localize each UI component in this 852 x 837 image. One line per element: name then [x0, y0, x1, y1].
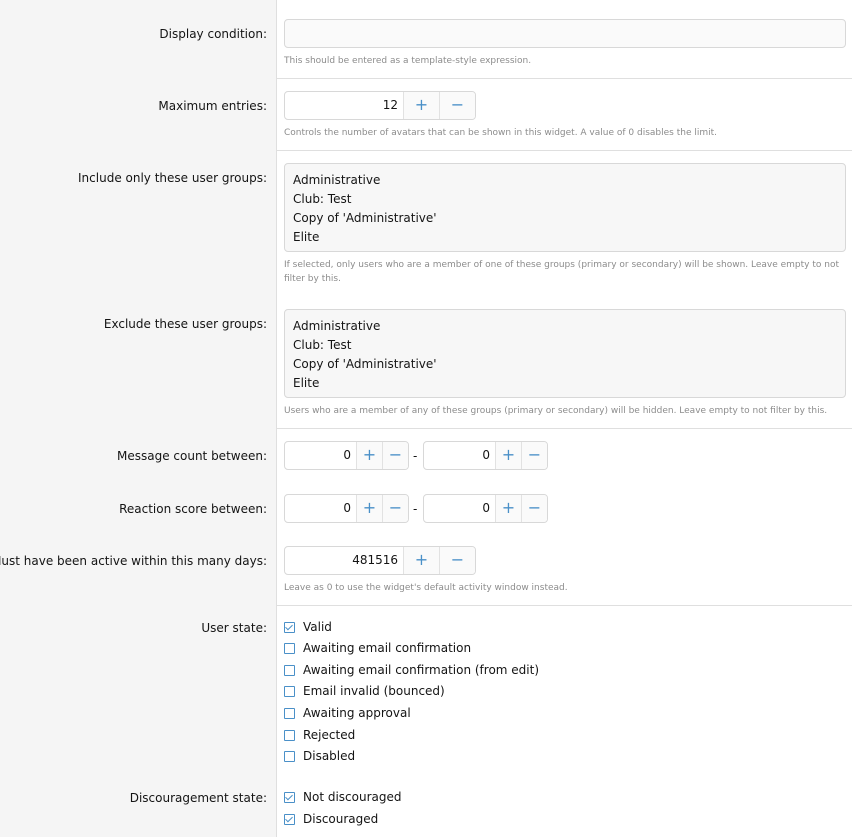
- increment-button[interactable]: +: [496, 495, 522, 522]
- checkbox-label: Disabled: [303, 749, 356, 763]
- divider: [276, 428, 852, 429]
- checkbox-icon: [284, 729, 295, 741]
- include-groups-label: Include only these user groups:: [78, 171, 267, 185]
- divider: [276, 78, 852, 79]
- user-state-disabled-checkbox[interactable]: Disabled: [284, 747, 355, 765]
- active-days-stepper: 481516 + −: [284, 546, 476, 575]
- increment-button[interactable]: +: [496, 442, 522, 469]
- group-option[interactable]: Copy of 'Administrative': [293, 355, 837, 374]
- maximum-entries-label: Maximum entries:: [158, 99, 267, 113]
- decrement-button[interactable]: −: [440, 92, 475, 119]
- message-count-min-input[interactable]: 0: [285, 442, 357, 469]
- exclude-groups-hint: Users who are a member of any of these g…: [284, 406, 828, 416]
- increment-button[interactable]: +: [404, 547, 440, 574]
- reaction-score-max-input[interactable]: 0: [424, 495, 496, 522]
- group-option[interactable]: Administrative: [293, 171, 837, 190]
- divider: [276, 150, 852, 151]
- message-count-max-stepper: 0 + −: [423, 441, 548, 470]
- user-state-email-invalid-checkbox[interactable]: Email invalid (bounced): [284, 682, 445, 700]
- message-count-label: Message count between:: [116, 449, 267, 463]
- decrement-button[interactable]: −: [522, 495, 547, 522]
- maximum-entries-stepper: 12 + −: [284, 91, 476, 120]
- checkbox-label: Valid: [303, 620, 332, 634]
- message-count-max-input[interactable]: 0: [424, 442, 496, 469]
- decrement-button[interactable]: −: [383, 495, 408, 522]
- discouragement-discouraged-checkbox[interactable]: Discouraged: [284, 810, 378, 828]
- checkbox-icon: [284, 685, 295, 697]
- checkbox-label: Not discouraged: [303, 790, 402, 804]
- increment-button[interactable]: +: [404, 92, 440, 119]
- display-condition-input[interactable]: [284, 19, 846, 48]
- user-state-email-confirm-checkbox[interactable]: Awaiting email confirmation: [284, 639, 471, 657]
- checkbox-label: Awaiting email confirmation: [303, 641, 472, 655]
- group-option[interactable]: Club: Test: [293, 190, 837, 209]
- range-separator: -: [413, 449, 418, 463]
- checkbox-icon: [284, 791, 295, 803]
- user-state-rejected-checkbox[interactable]: Rejected: [284, 726, 355, 744]
- group-option[interactable]: Elite: [293, 228, 837, 247]
- reaction-score-label: Reaction score between:: [119, 502, 267, 516]
- discouragement-state-label: Discouragement state:: [129, 791, 267, 805]
- group-option[interactable]: Elite: [293, 374, 837, 393]
- user-state-awaiting-approval-checkbox[interactable]: Awaiting approval: [284, 704, 411, 722]
- checkbox-icon: [284, 707, 295, 719]
- user-state-email-confirm-edit-checkbox[interactable]: Awaiting email confirmation (from edit): [284, 661, 539, 679]
- decrement-button[interactable]: −: [522, 442, 547, 469]
- user-state-label: User state:: [201, 621, 267, 635]
- discouragement-not-checkbox[interactable]: Not discouraged: [284, 788, 402, 806]
- increment-button[interactable]: +: [357, 495, 383, 522]
- include-groups-select[interactable]: Administrative Club: Test Copy of 'Admin…: [284, 163, 846, 252]
- divider: [276, 605, 852, 606]
- include-groups-hint: If selected, only users who are a member…: [284, 260, 839, 284]
- reaction-score-min-stepper: 0 + −: [284, 494, 409, 523]
- increment-button[interactable]: +: [357, 442, 383, 469]
- checkbox-icon: [284, 621, 295, 633]
- checkbox-label: Awaiting approval: [303, 706, 411, 720]
- display-condition-hint: This should be entered as a template-sty…: [284, 56, 532, 66]
- labels-column: [0, 0, 277, 837]
- checkbox-label: Email invalid (bounced): [303, 684, 445, 698]
- checkbox-label: Discouraged: [303, 812, 379, 826]
- checkbox-icon: [284, 813, 295, 825]
- checkbox-label: Rejected: [303, 728, 356, 742]
- group-option[interactable]: Club: Test: [293, 336, 837, 355]
- checkbox-label: Awaiting email confirmation (from edit): [303, 663, 540, 677]
- exclude-groups-select[interactable]: Administrative Club: Test Copy of 'Admin…: [284, 309, 846, 398]
- active-days-hint: Leave as 0 to use the widget's default a…: [284, 583, 568, 593]
- active-days-input[interactable]: 481516: [285, 547, 404, 574]
- reaction-score-min-input[interactable]: 0: [285, 495, 357, 522]
- display-condition-label: Display condition:: [159, 27, 267, 41]
- maximum-entries-input[interactable]: 12: [285, 92, 404, 119]
- message-count-min-stepper: 0 + −: [284, 441, 409, 470]
- exclude-groups-label: Exclude these user groups:: [103, 317, 267, 331]
- active-days-label: Must have been active within this many d…: [0, 554, 267, 568]
- group-option[interactable]: Administrative: [293, 317, 837, 336]
- range-separator: -: [413, 502, 418, 516]
- group-option[interactable]: Copy of 'Administrative': [293, 209, 837, 228]
- reaction-score-max-stepper: 0 + −: [423, 494, 548, 523]
- user-state-valid-checkbox[interactable]: Valid: [284, 618, 332, 636]
- checkbox-icon: [284, 642, 295, 654]
- decrement-button[interactable]: −: [383, 442, 408, 469]
- checkbox-icon: [284, 664, 295, 676]
- checkbox-icon: [284, 750, 295, 762]
- maximum-entries-hint: Controls the number of avatars that can …: [284, 128, 718, 138]
- decrement-button[interactable]: −: [440, 547, 475, 574]
